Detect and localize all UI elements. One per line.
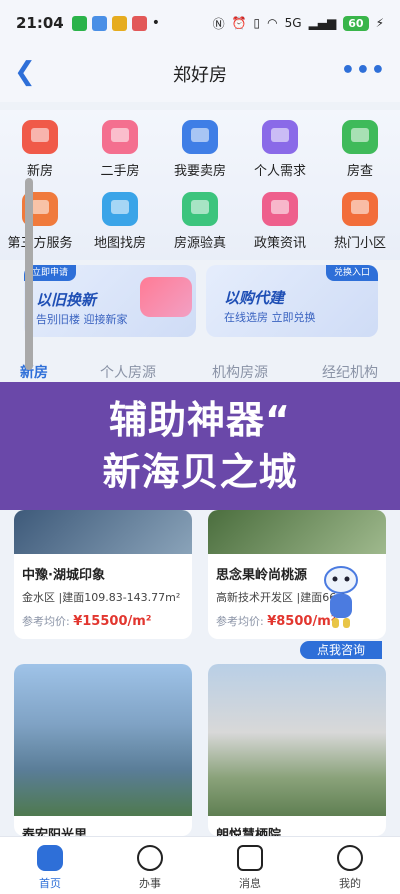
- price-label: 参考均价:: [216, 615, 264, 628]
- grid-item-label: 房查: [346, 164, 373, 179]
- email-icon: [91, 15, 107, 31]
- listing-verify-icon: [182, 192, 218, 226]
- policy-news-icon: [262, 192, 298, 226]
- consult-button[interactable]: 点我咨询: [300, 641, 382, 659]
- listing-image: [208, 510, 386, 554]
- grid-item-label: 新房: [26, 164, 53, 179]
- nfc-icon: Ⓝ: [212, 16, 225, 31]
- promo-title: 以旧换新: [36, 291, 97, 309]
- promo-subtitle: 告别旧楼 迎接新家: [36, 313, 128, 326]
- overlay-line-2: 新海贝之城: [102, 450, 298, 494]
- wechat-icon: [71, 15, 87, 31]
- listing-name: 中豫·湖城印象: [22, 568, 105, 583]
- nav-profile[interactable]: 我的: [320, 845, 380, 891]
- map-search-icon: [102, 192, 138, 226]
- nav-bar: ❮ 郑好房 •••: [0, 46, 400, 102]
- dot-icon: •: [151, 15, 161, 31]
- scrollbar[interactable]: [25, 178, 33, 370]
- grid-item-personal-demand[interactable]: 个人需求: [240, 120, 320, 179]
- promo-trade-in[interactable]: 立即申请 以旧换新 告别旧楼 迎接新家: [24, 265, 196, 337]
- tab-agency-listings[interactable]: 机构房源: [212, 362, 268, 382]
- promo-title: 以购代建: [224, 289, 285, 307]
- page-title: 郑好房: [173, 65, 227, 86]
- second-hand-house-icon: [102, 120, 138, 154]
- listing-info: 金水区 |建面109.83-143.77m²: [22, 591, 181, 604]
- grid-item-label: 二手房: [100, 164, 140, 179]
- promo-subtitle: 在线选房 立即兑换: [224, 311, 316, 324]
- notification-icons: •: [71, 15, 161, 31]
- grid-item-label: 我要卖房: [173, 164, 226, 179]
- sell-house-icon: [182, 120, 218, 154]
- overlay-caption: 辅助神器“ 新海贝之城: [0, 382, 400, 510]
- grid-item-label: 地图找房: [93, 236, 146, 251]
- listing-card[interactable]: 泰宏阳光里: [14, 664, 192, 836]
- hot-community-icon: [342, 192, 378, 226]
- bottom-nav: 首页 办事 消息 我的: [0, 836, 400, 894]
- service-icon: [137, 845, 163, 871]
- overlay-line-1: 辅助神器“: [109, 398, 291, 442]
- grid-item-second-hand[interactable]: 二手房: [80, 120, 160, 179]
- grid-item-label: 第三方服务: [7, 236, 73, 251]
- nav-label: 首页: [39, 877, 61, 890]
- app-icon: [131, 15, 147, 31]
- listing-image: [14, 510, 192, 554]
- message-icon: [237, 845, 263, 871]
- promo-tag: 兑换入口: [325, 265, 378, 281]
- grid-item-map-search[interactable]: 地图找房: [80, 192, 160, 251]
- listing-image: [208, 664, 386, 816]
- nav-service[interactable]: 办事: [120, 845, 180, 891]
- listing-image: [14, 664, 192, 816]
- grid-item-hot-community[interactable]: 热门小区: [320, 192, 400, 251]
- listing-name: 朗悦慧栖院: [216, 828, 282, 836]
- alarm-icon: ⏰: [231, 16, 247, 30]
- personal-demand-icon: [262, 120, 298, 154]
- grid-item-label: 热门小区: [333, 236, 386, 251]
- nav-label: 办事: [139, 877, 161, 890]
- grid-item-policy-news[interactable]: 政策资讯: [240, 192, 320, 251]
- back-icon[interactable]: ❮: [14, 59, 40, 86]
- tab-brokerages[interactable]: 经纪机构: [322, 362, 378, 382]
- network-type: 5G: [284, 16, 302, 30]
- charging-icon: ⚡: [375, 16, 384, 30]
- grid-item-listing-verify[interactable]: 房源验真: [160, 192, 240, 251]
- nav-messages[interactable]: 消息: [220, 845, 280, 891]
- grid-item-sell-house[interactable]: 我要卖房: [160, 120, 240, 179]
- grid-item-house-check[interactable]: 房查: [320, 120, 400, 179]
- mascot-icon[interactable]: [316, 562, 366, 632]
- listing-price: ¥15500/m²: [73, 614, 152, 629]
- status-time: 21:04: [16, 14, 64, 32]
- status-bar: 21:04 • Ⓝ ⏰ ▯ ◠ 5G ▂▄▆ 60 ⚡: [0, 0, 400, 46]
- battery-indicator: 60: [343, 15, 369, 31]
- nav-label: 我的: [339, 877, 361, 890]
- home-icon: [37, 845, 63, 871]
- grid-item-label: 个人需求: [253, 164, 306, 179]
- vibrate-icon: ▯: [253, 16, 261, 30]
- house-key-icon: [140, 277, 192, 317]
- wifi-icon: ◠: [267, 16, 278, 30]
- grid-item-new-house[interactable]: 新房: [0, 120, 80, 179]
- grid-item-label: 房源验真: [173, 236, 226, 251]
- quick-access-grid: 新房 二手房 我要卖房 个人需求 房查 第三方服务 地图找房 房源验真 政策资讯…: [0, 110, 400, 260]
- weibo-icon: [111, 15, 127, 31]
- promo-purchase-build[interactable]: 兑换入口 以购代建 在线选房 立即兑换: [206, 265, 378, 337]
- nav-label: 消息: [239, 877, 261, 890]
- status-right: Ⓝ ⏰ ▯ ◠ 5G ▂▄▆ 60 ⚡: [213, 15, 384, 32]
- listing-price-row: 参考均价: ¥15500/m²: [14, 605, 192, 639]
- more-icon[interactable]: •••: [341, 58, 386, 83]
- tab-personal-listings[interactable]: 个人房源: [100, 362, 156, 382]
- new-house-icon: [22, 120, 58, 154]
- price-label: 参考均价:: [22, 615, 70, 628]
- listing-name: 泰宏阳光里: [22, 828, 88, 836]
- grid-item-label: 政策资讯: [253, 236, 306, 251]
- house-check-icon: [342, 120, 378, 154]
- listing-card[interactable]: 中豫·湖城印象 金水区 |建面109.83-143.77m² 参考均价: ¥15…: [14, 510, 192, 639]
- grid-item-third-party[interactable]: 第三方服务: [0, 192, 80, 251]
- signal-icon: ▂▄▆: [308, 16, 337, 30]
- listing-card[interactable]: 朗悦慧栖院: [208, 664, 386, 836]
- profile-icon: [337, 845, 363, 871]
- nav-home[interactable]: 首页: [20, 845, 80, 891]
